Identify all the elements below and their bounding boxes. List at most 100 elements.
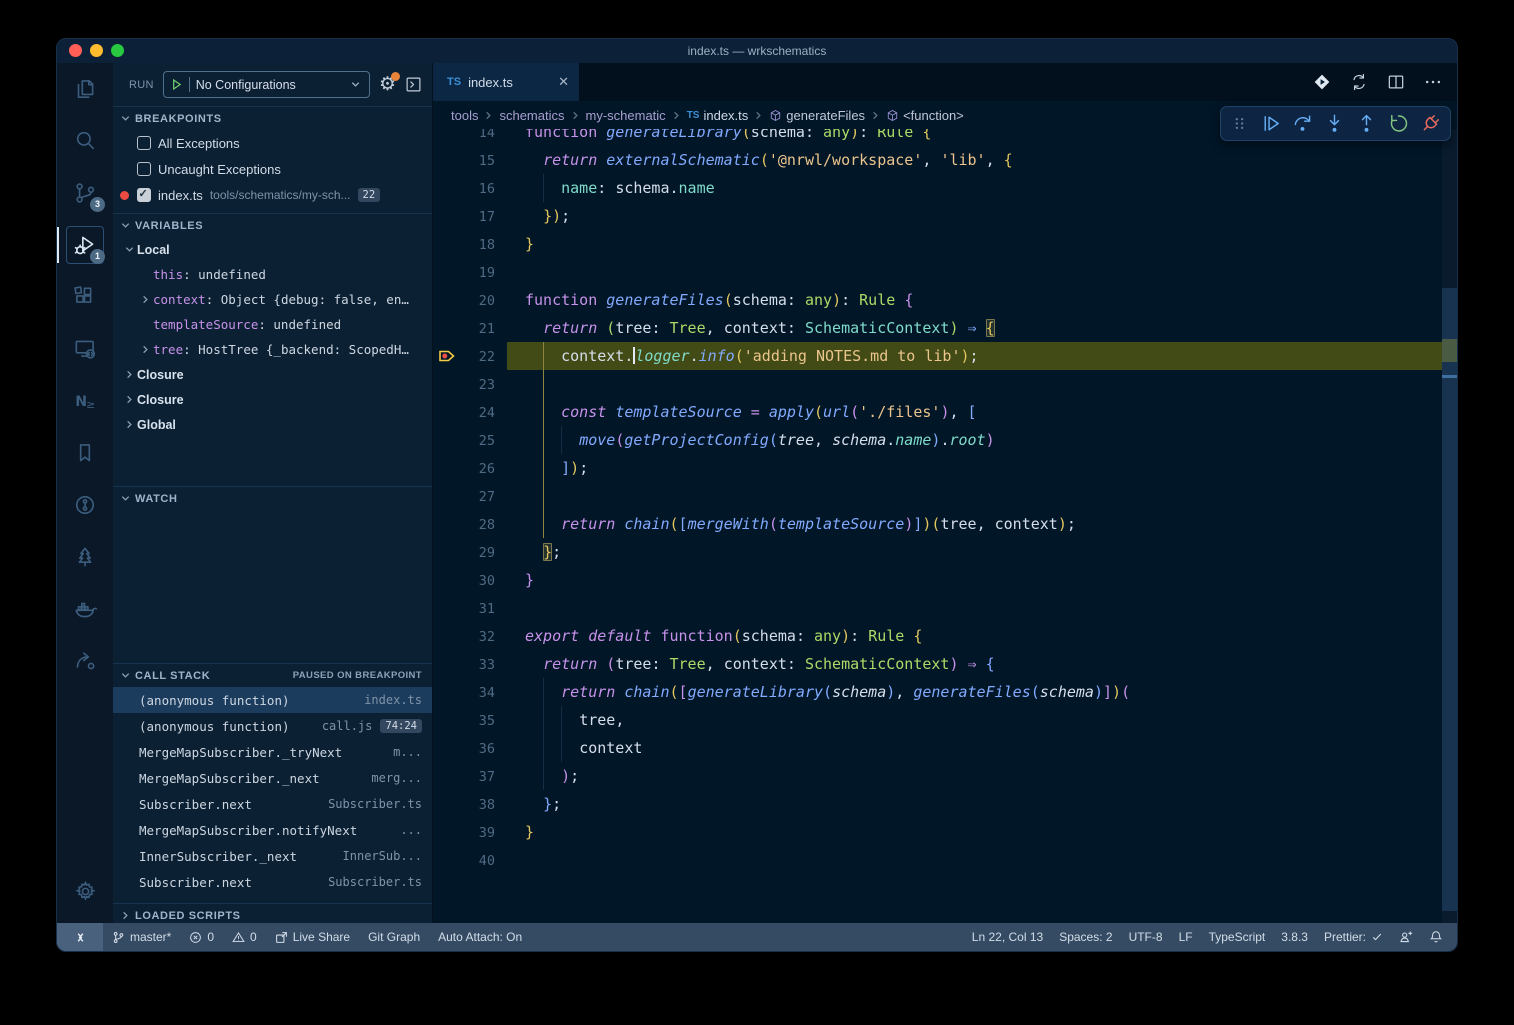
breakpoint-margin[interactable] [433, 650, 461, 678]
variable-row[interactable]: this: undefined [113, 262, 432, 287]
checkbox[interactable] [137, 162, 151, 176]
code-line-35[interactable]: 35 tree, [433, 706, 1442, 734]
code-line-30[interactable]: 30} [433, 566, 1442, 594]
call-stack-frame[interactable]: MergeMapSubscriber._nextmerg... [113, 765, 432, 791]
code-line-23[interactable]: 23 [433, 370, 1442, 398]
breakpoint-margin[interactable] [433, 454, 461, 482]
status-notifications[interactable] [1429, 930, 1443, 944]
checkbox[interactable] [137, 188, 151, 202]
breakpoint-margin[interactable] [433, 818, 461, 846]
activity-nx-console-icon[interactable]: N≥ [57, 375, 113, 427]
code-line-16[interactable]: 16 name: schema.name [433, 174, 1442, 202]
variable-row[interactable]: tree: HostTree {_backend: ScopedH… [113, 337, 432, 362]
variable-row[interactable]: context: Object {debug: false, en… [113, 287, 432, 312]
configure-gear-icon[interactable]: ⚙ [379, 75, 396, 94]
debug-step-into-button[interactable] [1322, 111, 1347, 136]
code-line-36[interactable]: 36 context [433, 734, 1442, 762]
variable-scope-row[interactable]: Local [113, 237, 432, 262]
code-line-31[interactable]: 31 [433, 594, 1442, 622]
launch-config-dropdown[interactable]: No Configurations [163, 71, 370, 98]
breadcrumb-item[interactable]: schematics [499, 108, 564, 123]
chevron-right-icon[interactable] [121, 419, 137, 430]
breakpoint-margin[interactable] [433, 734, 461, 762]
activity-source-control-icon[interactable]: 3 [57, 167, 113, 219]
status-language-mode[interactable]: TypeScript [1209, 930, 1266, 944]
breakpoint-margin[interactable] [433, 230, 461, 258]
status-git-graph[interactable]: Git Graph [359, 923, 429, 951]
activity-bookmarks-icon[interactable] [57, 427, 113, 479]
debug-pointer-icon[interactable] [433, 342, 461, 370]
breakpoint-margin[interactable] [433, 314, 461, 342]
variable-row[interactable]: templateSource: undefined [113, 312, 432, 337]
status-warnings[interactable]: 0 [223, 923, 266, 951]
breakpoint-margin[interactable] [433, 790, 461, 818]
breadcrumb-item[interactable]: my-schematic [586, 108, 666, 123]
close-tab-icon[interactable]: ✕ [558, 74, 569, 90]
code-line-18[interactable]: 18} [433, 230, 1442, 258]
breakpoint-margin[interactable] [433, 594, 461, 622]
status-git-branch[interactable]: master* [103, 923, 180, 951]
status-ts-version[interactable]: 3.8.3 [1281, 930, 1308, 944]
debug-continue-button[interactable] [1258, 111, 1283, 136]
split-editor-icon[interactable] [1386, 72, 1406, 92]
debug-step-over-button[interactable] [1290, 111, 1315, 136]
compare-changes-icon[interactable] [1349, 72, 1369, 92]
breakpoint-margin[interactable] [433, 202, 461, 230]
code-line-32[interactable]: 32export default function(schema: any): … [433, 622, 1442, 650]
variable-scope-row[interactable]: Global [113, 412, 432, 437]
breakpoint-margin[interactable] [433, 622, 461, 650]
loaded-scripts-header[interactable]: LOADED SCRIPTS [113, 904, 432, 923]
status-cursor-position[interactable]: Ln 22, Col 13 [972, 930, 1043, 944]
breakpoint-margin[interactable] [433, 426, 461, 454]
code-line-29[interactable]: 29 }; [433, 538, 1442, 566]
status-eol[interactable]: LF [1179, 930, 1193, 944]
code-line-38[interactable]: 38 }; [433, 790, 1442, 818]
settings-gear-icon[interactable] [57, 865, 113, 917]
breakpoint-margin[interactable] [433, 706, 461, 734]
breakpoint-margin[interactable] [433, 566, 461, 594]
activity-extensions-icon[interactable] [57, 271, 113, 323]
variable-scope-row[interactable]: Closure [113, 362, 432, 387]
breakpoint-margin[interactable] [433, 258, 461, 286]
call-stack-frame[interactable]: InnerSubscriber._nextInnerSub... [113, 843, 432, 869]
start-debug-icon[interactable] [170, 78, 183, 91]
status-indentation[interactable]: Spaces: 2 [1059, 930, 1112, 944]
breakpoint-margin[interactable] [433, 762, 461, 790]
breakpoint-margin[interactable] [433, 398, 461, 426]
more-actions-icon[interactable] [1423, 72, 1443, 92]
chevron-down-icon[interactable] [121, 244, 137, 255]
code-line-21[interactable]: 21 return (tree: Tree, context: Schemati… [433, 314, 1442, 342]
breakpoint-margin[interactable] [433, 846, 461, 874]
status-prettier[interactable]: Prettier: [1324, 930, 1383, 944]
code-line-22[interactable]: 22 context.logger.info('adding NOTES.md … [433, 342, 1442, 370]
breadcrumb-item[interactable]: tools [451, 108, 478, 123]
status-feedback[interactable] [1399, 930, 1413, 944]
watch-header[interactable]: WATCH [113, 487, 432, 510]
call-stack-header[interactable]: CALL STACK PAUSED ON BREAKPOINT [113, 664, 432, 687]
breakpoint-margin[interactable] [433, 482, 461, 510]
breakpoint-margin[interactable] [433, 146, 461, 174]
breakpoint-margin[interactable] [433, 510, 461, 538]
breakpoint-row[interactable]: Uncaught Exceptions [113, 156, 432, 182]
debug-step-out-button[interactable] [1354, 111, 1379, 136]
chevron-right-icon[interactable] [121, 369, 137, 380]
code-line-15[interactable]: 15 return externalSchematic('@nrwl/works… [433, 146, 1442, 174]
code-line-26[interactable]: 26 ]); [433, 454, 1442, 482]
status-remote-indicator[interactable] [57, 923, 103, 951]
call-stack-frame[interactable]: MergeMapSubscriber._tryNextm... [113, 739, 432, 765]
variable-scope-row[interactable]: Closure [113, 387, 432, 412]
call-stack-frame[interactable]: (anonymous function)index.ts [113, 687, 432, 713]
code-line-17[interactable]: 17 }); [433, 202, 1442, 230]
activity-search-icon[interactable] [57, 115, 113, 167]
code-line-28[interactable]: 28 return chain([mergeWith(templateSourc… [433, 510, 1442, 538]
code-line-19[interactable]: 19 [433, 258, 1442, 286]
activity-explorer-icon[interactable] [57, 63, 113, 115]
breakpoint-margin[interactable] [433, 678, 461, 706]
debug-restart-button[interactable] [1386, 111, 1411, 136]
activity-live-share-icon[interactable] [57, 635, 113, 687]
breakpoint-margin[interactable] [433, 538, 461, 566]
status-live-share[interactable]: Live Share [266, 923, 359, 951]
code-line-39[interactable]: 39} [433, 818, 1442, 846]
breakpoint-margin[interactable] [433, 286, 461, 314]
call-stack-frame[interactable]: Subscriber.nextSubscriber.ts [113, 791, 432, 817]
